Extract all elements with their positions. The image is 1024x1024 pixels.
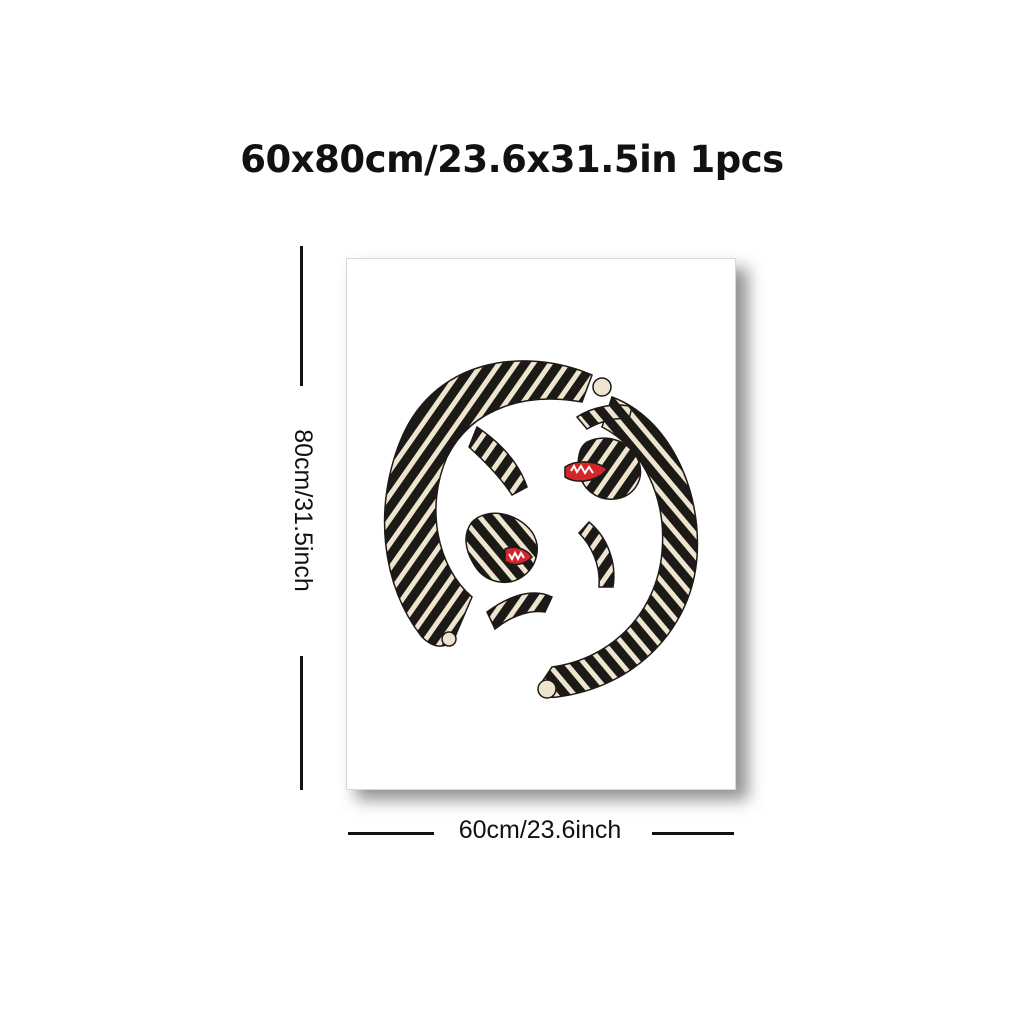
- left-tiger-head: [465, 512, 538, 584]
- left-tiger-body: [383, 360, 593, 647]
- tiger-artwork: [383, 360, 699, 699]
- canvas-print: [346, 258, 736, 790]
- right-tiger-hind-leg: [577, 520, 615, 588]
- paw-left-lower: [441, 631, 457, 647]
- paw-bottom: [537, 679, 557, 699]
- paw-top: [592, 377, 612, 397]
- height-dimension-label: 80cm/31.5inch: [288, 428, 317, 592]
- left-tiger-front-leg: [468, 425, 528, 496]
- width-dimension-line-left: [348, 832, 434, 835]
- left-tiger-hind-leg: [486, 592, 553, 631]
- width-dimension-line-right: [652, 832, 734, 835]
- size-title: 60x80cm/23.6x31.5in 1pcs: [240, 138, 784, 181]
- height-dimension-line-bottom: [300, 656, 303, 790]
- width-dimension-label: 60cm/23.6inch: [458, 816, 622, 844]
